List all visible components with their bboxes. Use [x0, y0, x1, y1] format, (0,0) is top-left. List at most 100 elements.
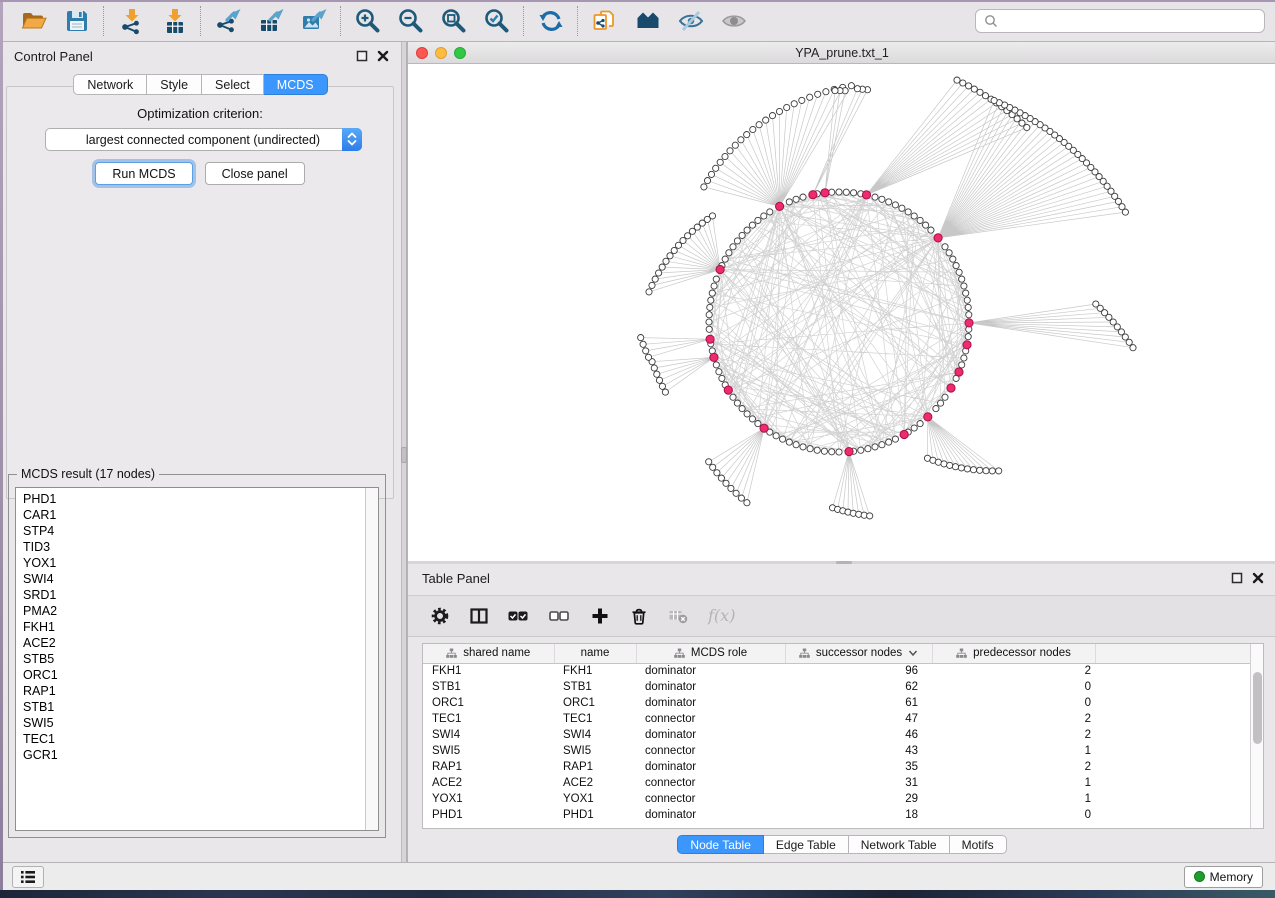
mcds-result-list[interactable]: PHD1CAR1STP4TID3YOX1SWI4SRD1PMA2FKH1ACE2…: [15, 487, 379, 831]
mcds-list-scrollbar[interactable]: [365, 488, 378, 830]
toolbar-separator: [340, 6, 341, 36]
mcds-result-item[interactable]: FKH1: [23, 619, 378, 635]
tab-edge-table[interactable]: Edge Table: [764, 835, 849, 854]
zoom-out-button[interactable]: [389, 3, 432, 39]
deselect-all-button[interactable]: [549, 601, 571, 631]
table-scrollbar[interactable]: [1250, 644, 1263, 828]
table-row[interactable]: YOX1YOX1connector291: [423, 791, 1251, 807]
network-window-title: YPA_prune.txt_1: [408, 46, 1275, 60]
mcds-result-item[interactable]: SRD1: [23, 587, 378, 603]
attribute-type-icon: [446, 648, 457, 659]
mcds-result-item[interactable]: CAR1: [23, 507, 378, 523]
float-panel-icon[interactable]: [356, 50, 368, 62]
zoom-out-icon: [397, 7, 425, 35]
zoom-selected-button[interactable]: [475, 3, 518, 39]
mcds-result-item[interactable]: TID3: [23, 539, 378, 555]
toolbar-separator: [200, 6, 201, 36]
mcds-result-item[interactable]: ACE2: [23, 635, 378, 651]
table-row[interactable]: FKH1FKH1dominator962: [423, 663, 1251, 679]
scrollbar-thumb[interactable]: [1253, 672, 1262, 744]
columns-button[interactable]: [469, 601, 489, 631]
tab-mcds[interactable]: MCDS: [264, 74, 328, 95]
export-table-button[interactable]: [249, 3, 292, 39]
search-box: [975, 9, 1265, 33]
optimization-criterion-label: Optimization criterion:: [7, 106, 393, 121]
gear-button[interactable]: [430, 601, 450, 631]
network-window-titlebar: YPA_prune.txt_1: [408, 42, 1275, 64]
table-row[interactable]: ORC1ORC1dominator610: [423, 695, 1251, 711]
close-panel-icon[interactable]: [1252, 572, 1264, 584]
search-input[interactable]: [1004, 14, 1256, 28]
tab-node-table[interactable]: Node Table: [677, 835, 764, 854]
tab-select[interactable]: Select: [202, 74, 264, 95]
tab-style[interactable]: Style: [147, 74, 202, 95]
column-header-name[interactable]: name: [554, 644, 636, 663]
table-row[interactable]: PHD1PHD1dominator180: [423, 807, 1251, 823]
table-row[interactable]: SWI4SWI4dominator462: [423, 727, 1251, 743]
select-all-button[interactable]: [508, 601, 530, 631]
column-header-MCDS-role[interactable]: MCDS role: [636, 644, 785, 663]
duplicate-network-button[interactable]: [583, 3, 626, 39]
import-table-button[interactable]: [152, 3, 195, 39]
float-panel-icon[interactable]: [1231, 572, 1243, 584]
node-table: shared namenameMCDS rolesuccessor nodesp…: [422, 643, 1264, 829]
show-all-button[interactable]: [712, 3, 755, 39]
mcds-result-item[interactable]: STB1: [23, 699, 378, 715]
mcds-result-item[interactable]: PHD1: [23, 491, 378, 507]
control-panel-tabs: NetworkStyleSelectMCDS: [0, 74, 401, 95]
toolbar-separator: [103, 6, 104, 36]
table-row[interactable]: RAP1RAP1dominator352: [423, 759, 1251, 775]
mcds-result-item[interactable]: STP4: [23, 523, 378, 539]
table-row[interactable]: STB1STB1dominator620: [423, 679, 1251, 695]
column-header-shared-name[interactable]: shared name: [423, 644, 554, 663]
mcds-result-item[interactable]: RAP1: [23, 683, 378, 699]
mcds-result-item[interactable]: SWI4: [23, 571, 378, 587]
memory-label: Memory: [1210, 870, 1253, 884]
mcds-result-item[interactable]: ORC1: [23, 667, 378, 683]
network-graph[interactable]: [408, 64, 1275, 561]
list-icon: [19, 868, 37, 886]
add-row-button[interactable]: [590, 601, 610, 631]
tab-motifs[interactable]: Motifs: [950, 835, 1007, 854]
export-network-icon: [214, 7, 242, 35]
zoom-in-button[interactable]: [346, 3, 389, 39]
network-views-button[interactable]: [626, 3, 669, 39]
mcds-result-item[interactable]: SWI5: [23, 715, 378, 731]
table-row[interactable]: TEC1TEC1connector472: [423, 711, 1251, 727]
task-history-button[interactable]: [12, 866, 44, 888]
network-canvas[interactable]: [408, 64, 1275, 561]
run-mcds-button[interactable]: Run MCDS: [95, 162, 192, 185]
column-header-predecessor-nodes[interactable]: predecessor nodes: [932, 644, 1095, 663]
open-file-button[interactable]: [12, 3, 55, 39]
network-nodes[interactable]: [638, 77, 1137, 519]
mcds-result-box: MCDS result (17 nodes) PHD1CAR1STP4TID3Y…: [8, 467, 386, 838]
export-image-button[interactable]: [292, 3, 335, 39]
export-network-button[interactable]: [206, 3, 249, 39]
close-panel-icon[interactable]: [377, 50, 389, 62]
mcds-result-item[interactable]: TEC1: [23, 731, 378, 747]
table-row[interactable]: SWI5SWI5connector431: [423, 743, 1251, 759]
zoom-selected-icon: [483, 7, 511, 35]
import-network-icon: [117, 7, 145, 35]
zoom-fit-button[interactable]: [432, 3, 475, 39]
mcds-result-title: MCDS result (17 nodes): [17, 467, 159, 481]
mcds-result-item[interactable]: YOX1: [23, 555, 378, 571]
table-toolbar: f(x): [408, 595, 1275, 637]
import-network-button[interactable]: [109, 3, 152, 39]
refresh-button[interactable]: [529, 3, 572, 39]
mcds-result-item[interactable]: GCR1: [23, 747, 378, 763]
svg-text:f(x): f(x): [707, 606, 735, 625]
memory-button[interactable]: Memory: [1184, 866, 1263, 888]
tab-network[interactable]: Network: [73, 74, 147, 95]
hide-selected-button[interactable]: [669, 3, 712, 39]
delete-row-button[interactable]: [629, 601, 649, 631]
duplicate-network-icon: [591, 7, 619, 35]
mcds-result-item[interactable]: STB5: [23, 651, 378, 667]
close-panel-button[interactable]: Close panel: [205, 162, 305, 185]
tab-network-table[interactable]: Network Table: [849, 835, 950, 854]
table-row[interactable]: ACE2ACE2connector311: [423, 775, 1251, 791]
criterion-dropdown[interactable]: largest connected component (undirected): [45, 128, 362, 151]
save-session-button[interactable]: [55, 3, 98, 39]
mcds-result-item[interactable]: PMA2: [23, 603, 378, 619]
column-header-successor-nodes[interactable]: successor nodes: [785, 644, 932, 663]
